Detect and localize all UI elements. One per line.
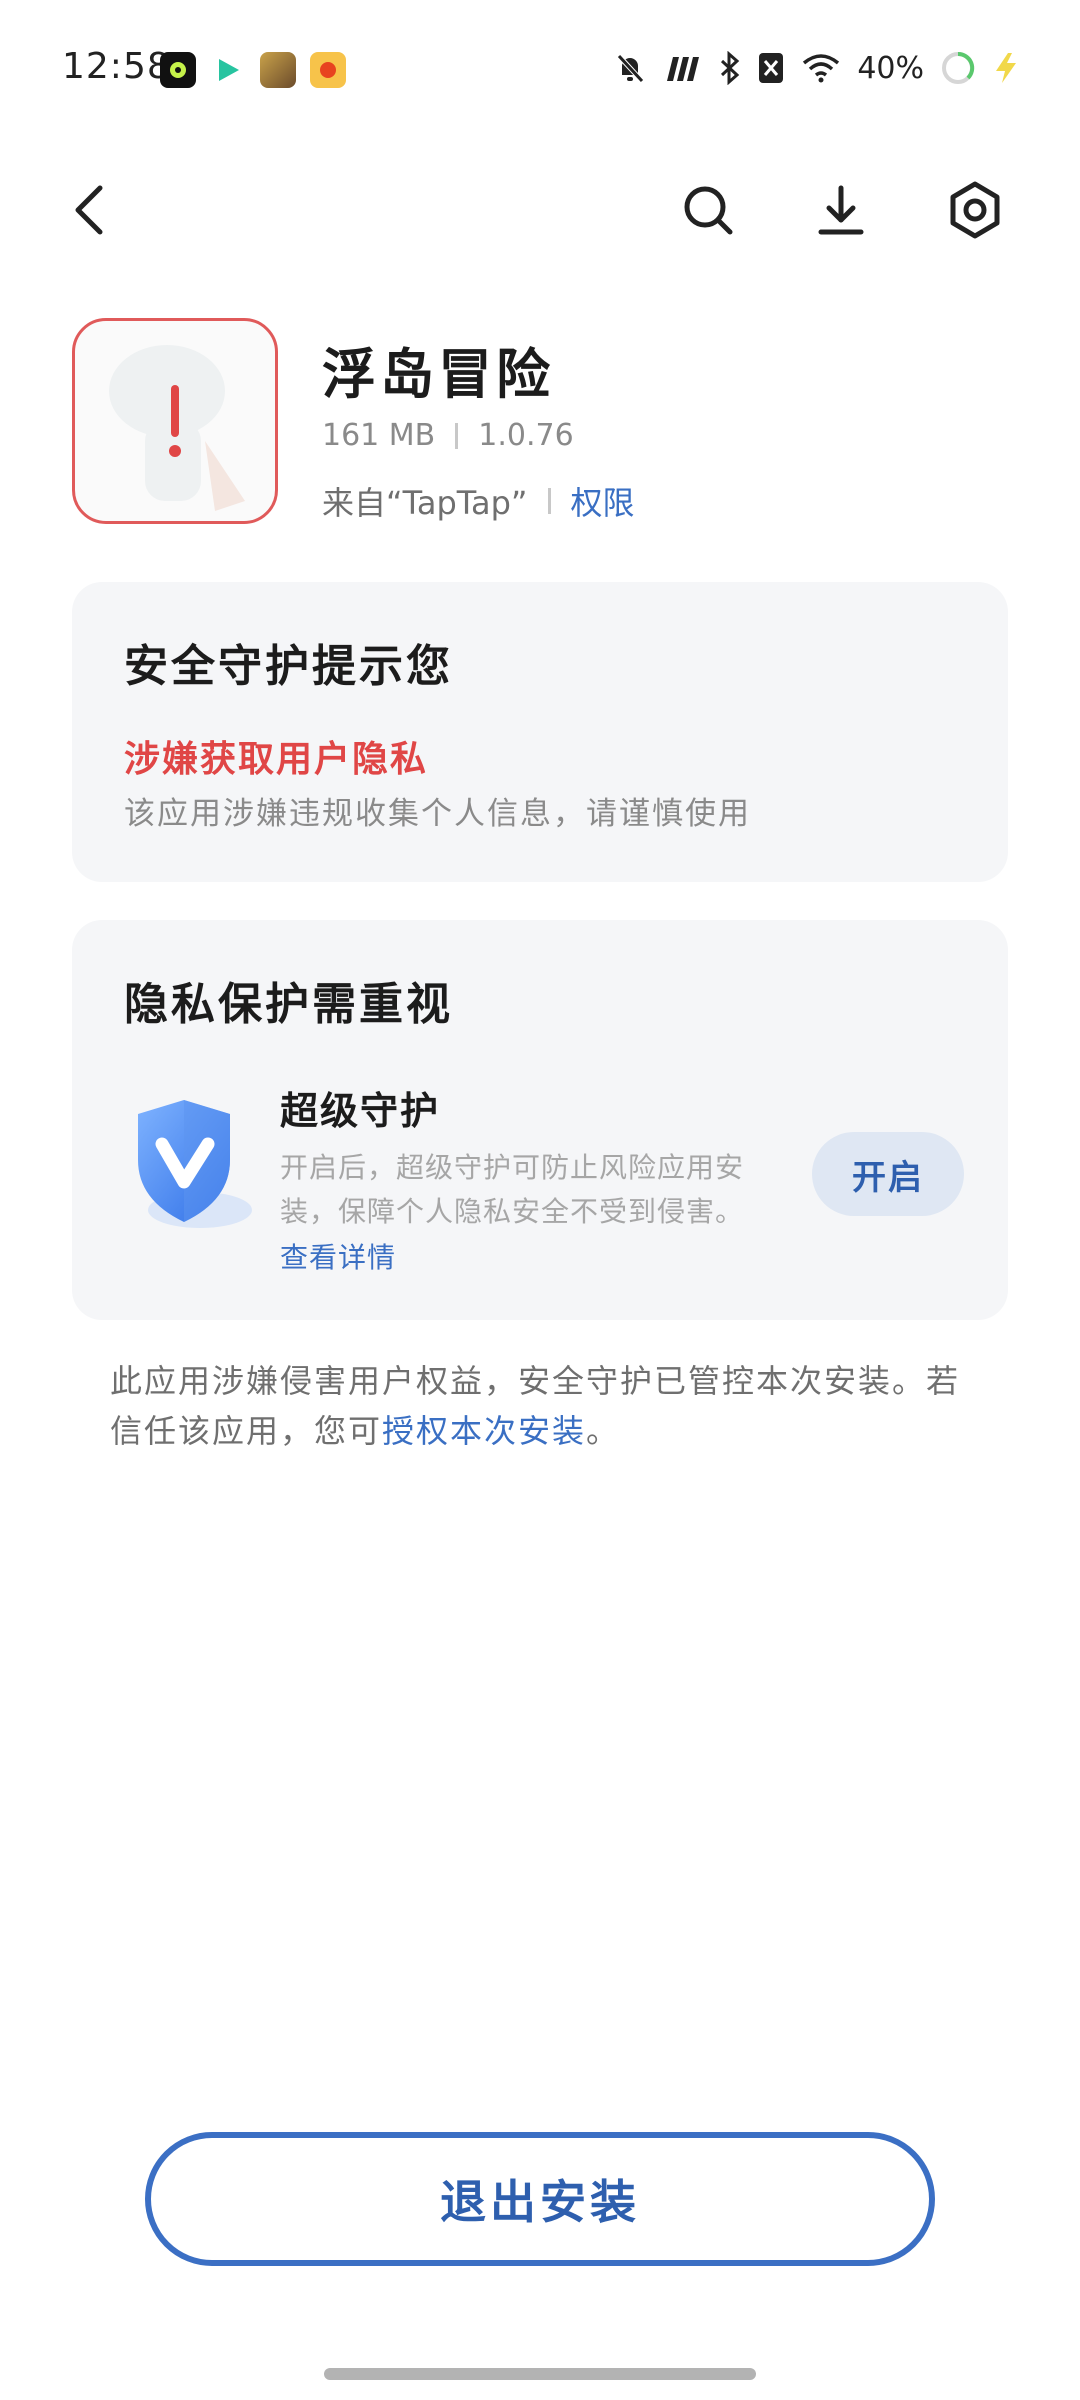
status-bar: 12:58 40% xyxy=(0,0,1080,140)
feature-description: 开启后，超级守护可防止风险应用安装，保障个人隐私安全不受到侵害。 xyxy=(280,1151,745,1228)
app-source: 来自“TapTap” xyxy=(322,484,528,522)
privacy-protection-card: 隐私保护需重视 超级守护 开启后，超级守护可防止风险应用安装，保障个人隐私安全不… xyxy=(72,920,1008,1320)
authorize-install-link[interactable]: 授权本次安装 xyxy=(382,1412,586,1450)
back-button[interactable] xyxy=(48,170,128,250)
search-button[interactable] xyxy=(668,170,748,250)
battery-ring-icon xyxy=(942,51,975,84)
signal-icon xyxy=(667,57,700,81)
feature-title: 超级守护 xyxy=(280,1089,441,1133)
shopping-app-icon xyxy=(310,52,346,88)
install-notice: 此应用涉嫌侵害用户权益，安全守护已管控本次安装。若信任该应用，您可授权本次安装。 xyxy=(110,1356,990,1456)
no-sim-icon xyxy=(759,53,784,83)
app-meta: 161 MB 1.0.76 xyxy=(322,418,574,453)
safety-card-title: 安全守护提示您 xyxy=(124,641,453,692)
enable-button[interactable]: 开启 xyxy=(812,1132,964,1216)
privacy-card-title: 隐私保护需重视 xyxy=(124,979,453,1030)
notification-icons xyxy=(160,52,346,88)
game-app-icon xyxy=(260,52,296,88)
wifi-icon xyxy=(803,54,840,83)
view-details-link[interactable]: 查看详情 xyxy=(280,1236,396,1276)
risk-description: 该应用涉嫌违规收集个人信息，请谨慎使用 xyxy=(124,796,751,832)
app-source-row: 来自“TapTap” 权限 xyxy=(322,478,635,524)
settings-hexagon-icon xyxy=(950,181,1000,239)
download-icon xyxy=(818,185,864,235)
settings-button[interactable] xyxy=(935,170,1015,250)
app-warning-icon xyxy=(72,318,278,524)
status-right-icons: 40% xyxy=(613,50,1020,86)
safety-warning-card: 安全守护提示您 涉嫌获取用户隐私 该应用涉嫌违规收集个人信息，请谨慎使用 xyxy=(72,582,1008,882)
mute-bell-icon xyxy=(617,54,645,83)
meta-divider xyxy=(455,422,459,449)
video-play-icon xyxy=(210,52,246,88)
status-time: 12:58 xyxy=(62,46,171,87)
exclamation-icon xyxy=(75,321,275,521)
risk-title: 涉嫌获取用户隐私 xyxy=(124,739,429,780)
app-size: 161 MB xyxy=(322,418,436,453)
exit-install-button[interactable]: 退出安装 xyxy=(145,2132,935,2266)
search-icon xyxy=(684,186,733,235)
source-divider xyxy=(547,488,551,514)
battery-percent: 40% xyxy=(857,50,924,86)
music-app-icon xyxy=(160,52,196,88)
app-version: 1.0.76 xyxy=(478,418,574,453)
bluetooth-icon xyxy=(721,51,740,85)
download-button[interactable] xyxy=(801,170,881,250)
app-name: 浮岛冒险 xyxy=(322,343,554,406)
charging-bolt-icon xyxy=(996,53,1016,83)
home-indicator[interactable] xyxy=(324,2368,756,2380)
permissions-link[interactable]: 权限 xyxy=(571,478,635,524)
back-arrow-icon xyxy=(75,185,103,235)
notice-end: 。 xyxy=(586,1412,621,1450)
shield-v-icon xyxy=(138,1100,252,1228)
